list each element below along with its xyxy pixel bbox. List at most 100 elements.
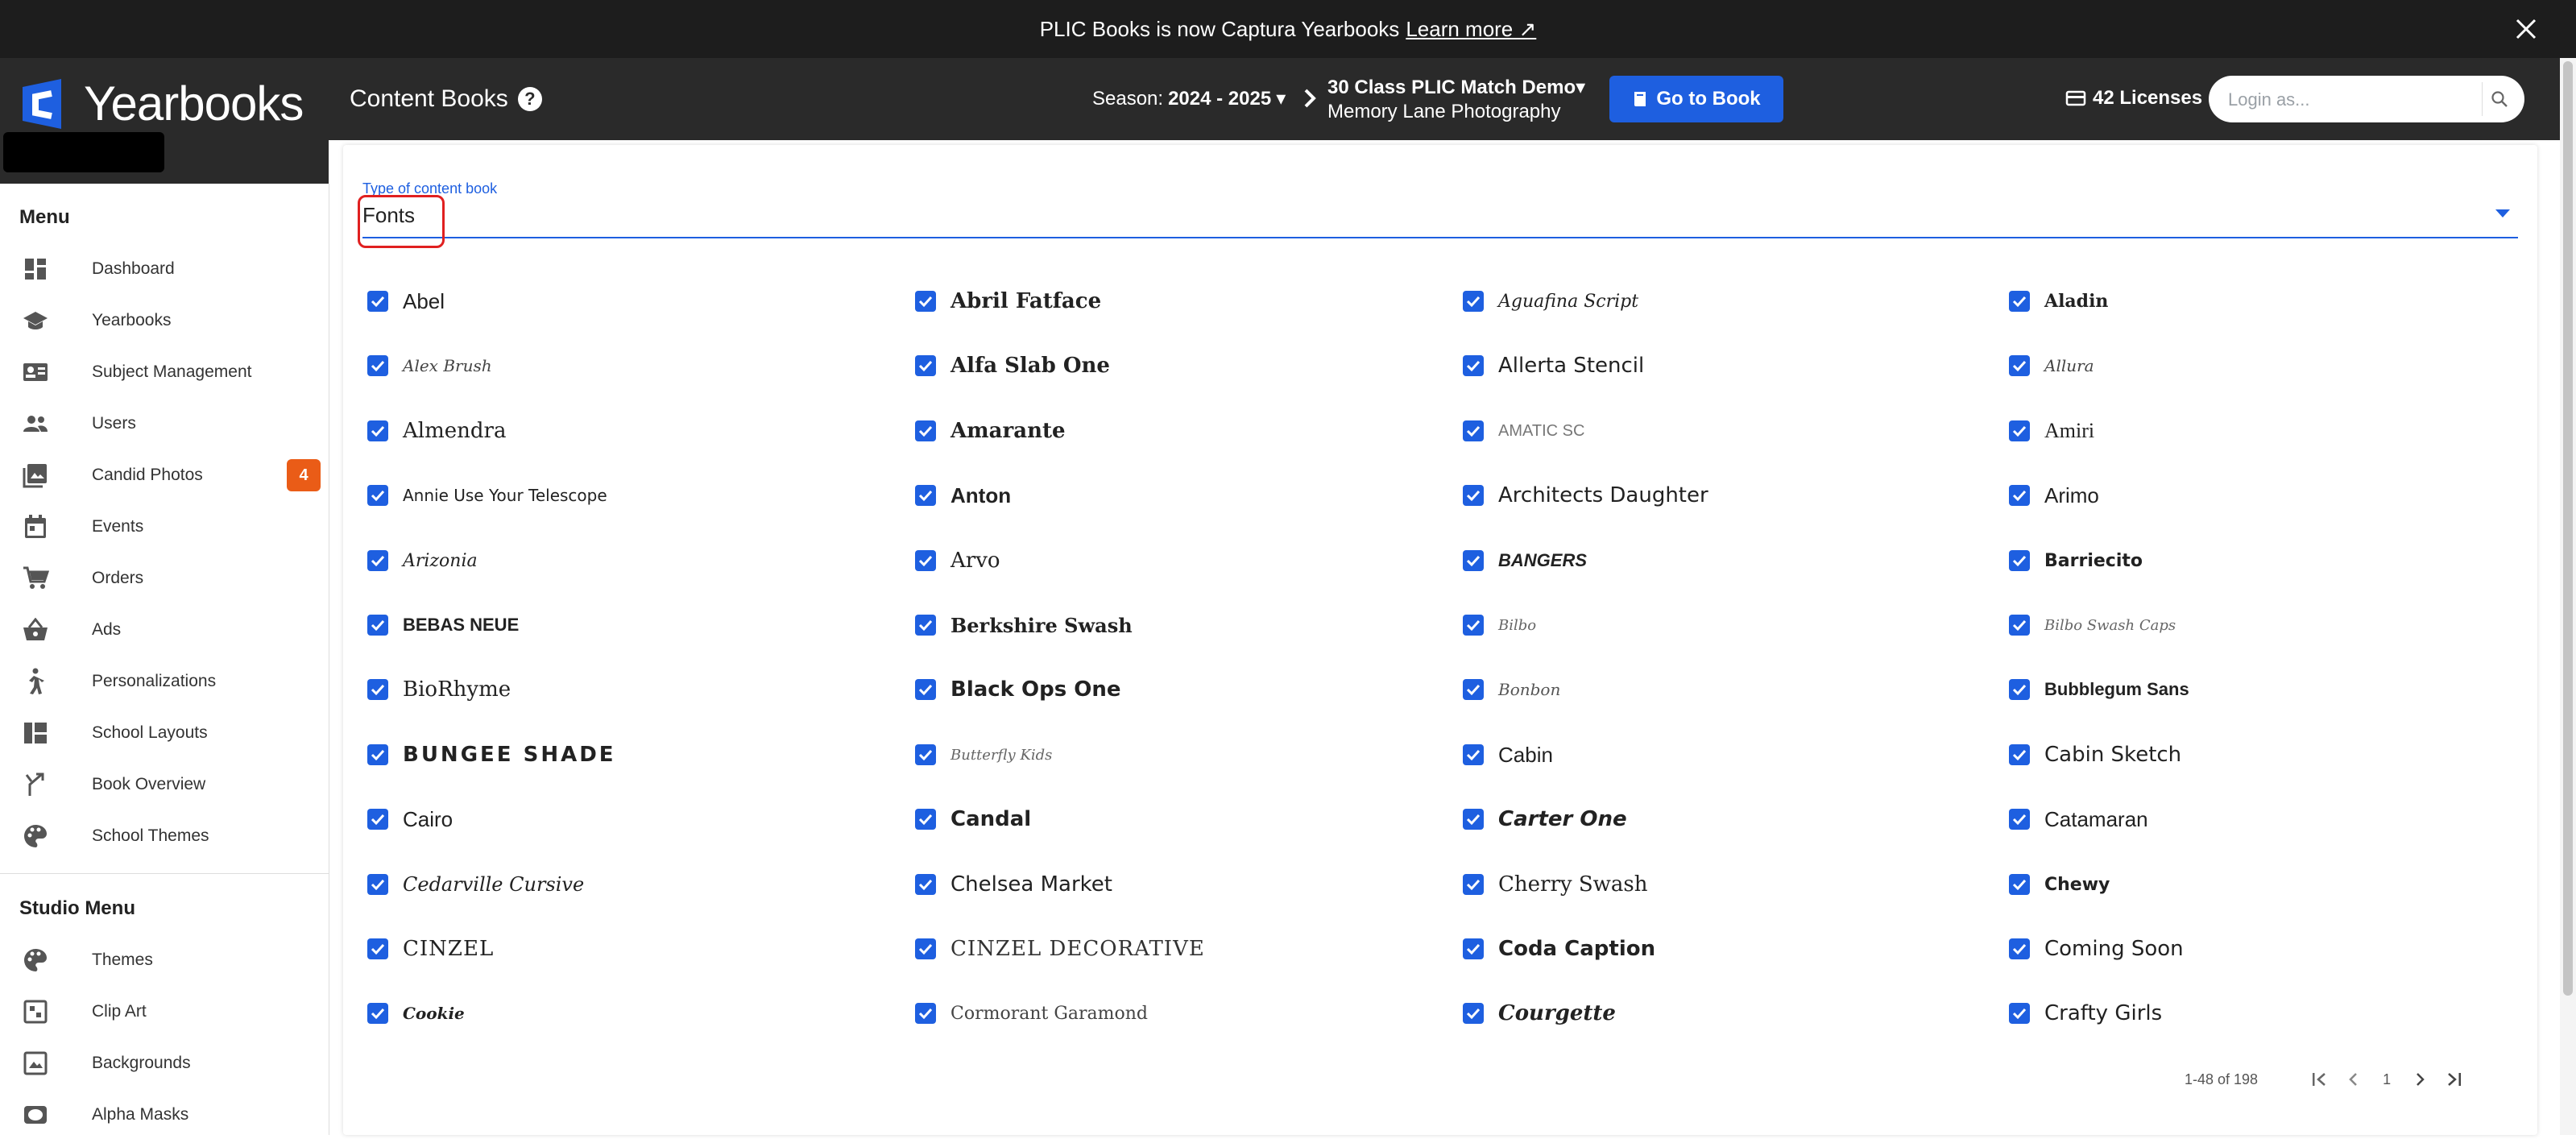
font-option[interactable]: Aladin <box>2009 281 2108 321</box>
font-checkbox[interactable] <box>367 874 388 895</box>
font-checkbox[interactable] <box>2009 679 2030 700</box>
font-checkbox[interactable] <box>915 744 936 765</box>
font-checkbox[interactable] <box>1463 809 1484 830</box>
font-option[interactable]: AMATIC SC <box>1463 411 1584 451</box>
page-scrollbar[interactable] <box>2560 58 2576 1135</box>
font-checkbox[interactable] <box>915 938 936 959</box>
font-option[interactable]: Cairo <box>367 799 453 839</box>
font-checkbox[interactable] <box>367 550 388 571</box>
font-checkbox[interactable] <box>915 615 936 636</box>
font-checkbox[interactable] <box>2009 938 2030 959</box>
font-option[interactable]: Chewy <box>2009 864 2110 905</box>
sidebar-item-alpha-masks[interactable]: Alpha Masks <box>0 1091 329 1139</box>
sidebar-item-backgrounds[interactable]: Backgrounds <box>0 1039 329 1087</box>
sidebar-item-school-layouts[interactable]: School Layouts <box>0 709 329 757</box>
sidebar-item-users[interactable]: Users <box>0 400 329 448</box>
font-option[interactable]: Annie Use Your Telescope <box>367 475 607 516</box>
font-option[interactable]: Bilbo Swash Caps <box>2009 605 2176 645</box>
font-option[interactable]: Architects Daughter <box>1463 475 1708 516</box>
font-option[interactable]: Anton <box>915 475 1011 516</box>
font-option[interactable]: Cormorant Garamond <box>915 993 1148 1033</box>
font-option[interactable]: Amarante <box>915 411 1066 451</box>
font-option[interactable]: Arimo <box>2009 475 2099 516</box>
sidebar-item-events[interactable]: Events <box>0 503 329 551</box>
font-checkbox[interactable] <box>915 809 936 830</box>
sidebar-item-yearbooks[interactable]: Yearbooks <box>0 296 329 345</box>
sidebar-item-school-themes[interactable]: School Themes <box>0 812 329 860</box>
font-checkbox[interactable] <box>367 355 388 376</box>
font-option[interactable]: BEBAS NEUE <box>367 605 519 645</box>
sidebar-item-themes[interactable]: Themes <box>0 936 329 984</box>
font-checkbox[interactable] <box>2009 485 2030 506</box>
scrollbar-thumb[interactable] <box>2563 61 2573 996</box>
font-checkbox[interactable] <box>1463 550 1484 571</box>
sidebar-item-personalizations[interactable]: Personalizations <box>0 657 329 706</box>
font-checkbox[interactable] <box>2009 550 2030 571</box>
font-checkbox[interactable] <box>915 291 936 312</box>
first-page-icon[interactable] <box>2303 1063 2337 1096</box>
font-checkbox[interactable] <box>367 291 388 312</box>
font-option[interactable]: Courgette <box>1463 993 1616 1033</box>
font-checkbox[interactable] <box>2009 744 2030 765</box>
font-option[interactable]: Aguafina Script <box>1463 281 1638 321</box>
font-option[interactable]: Candal <box>915 799 1031 839</box>
font-option[interactable]: Cedarville Cursive <box>367 864 584 905</box>
font-option[interactable]: BANGERS <box>1463 541 1587 581</box>
close-icon[interactable] <box>2508 11 2544 47</box>
font-option[interactable]: CINZEL DECORATIVE <box>915 929 1205 969</box>
font-option[interactable]: BioRhyme <box>367 669 511 710</box>
font-option[interactable]: Bubblegum Sans <box>2009 669 2189 710</box>
font-checkbox[interactable] <box>367 420 388 441</box>
font-option[interactable]: Alfa Slab One <box>915 346 1110 386</box>
book-selector[interactable]: 30 Class PLIC Match Demo▾ Memory Lane Ph… <box>1327 76 1585 124</box>
font-option[interactable]: Cookie <box>367 993 465 1033</box>
font-option[interactable]: Arvo <box>915 541 1000 581</box>
font-checkbox[interactable] <box>2009 809 2030 830</box>
font-checkbox[interactable] <box>1463 874 1484 895</box>
font-option[interactable]: Coming Soon <box>2009 929 2184 969</box>
sidebar-item-dashboard[interactable]: Dashboard <box>0 245 329 293</box>
font-checkbox[interactable] <box>1463 744 1484 765</box>
font-option[interactable]: Catamaran <box>2009 799 2148 839</box>
font-option[interactable]: Abel <box>367 281 445 321</box>
font-checkbox[interactable] <box>367 1003 388 1024</box>
login-as-input[interactable] <box>2226 84 2471 116</box>
font-option[interactable]: CINZEL <box>367 929 494 969</box>
font-checkbox[interactable] <box>367 744 388 765</box>
font-checkbox[interactable] <box>915 550 936 571</box>
sidebar-item-ads[interactable]: Ads <box>0 606 329 654</box>
font-option[interactable]: Chelsea Market <box>915 864 1112 905</box>
font-checkbox[interactable] <box>915 874 936 895</box>
font-checkbox[interactable] <box>915 355 936 376</box>
search-icon[interactable] <box>2482 82 2516 116</box>
next-page-icon[interactable] <box>2403 1063 2437 1096</box>
font-checkbox[interactable] <box>1463 485 1484 506</box>
font-option[interactable]: Allerta Stencil <box>1463 346 1644 386</box>
font-checkbox[interactable] <box>367 615 388 636</box>
font-option[interactable]: Coda Caption <box>1463 929 1655 969</box>
sidebar-item-orders[interactable]: Orders <box>0 554 329 603</box>
learn-more-link[interactable]: Learn more ↗ <box>1406 17 1536 42</box>
font-option[interactable]: Arizonia <box>367 541 478 581</box>
font-checkbox[interactable] <box>367 679 388 700</box>
font-checkbox[interactable] <box>1463 420 1484 441</box>
font-checkbox[interactable] <box>1463 1003 1484 1024</box>
content-type-select[interactable]: Type of content book Fonts <box>362 180 2518 238</box>
font-option[interactable]: Crafty Girls <box>2009 993 2162 1033</box>
font-checkbox[interactable] <box>1463 615 1484 636</box>
font-checkbox[interactable] <box>1463 355 1484 376</box>
font-option[interactable]: BUNGEE SHADE <box>367 735 616 775</box>
font-checkbox[interactable] <box>1463 938 1484 959</box>
sidebar-item-clip-art[interactable]: Clip Art <box>0 988 329 1036</box>
font-checkbox[interactable] <box>915 679 936 700</box>
font-checkbox[interactable] <box>1463 679 1484 700</box>
help-icon[interactable]: ? <box>517 87 542 111</box>
font-checkbox[interactable] <box>915 420 936 441</box>
season-selector[interactable]: Season: 2024 - 2025 ▾ <box>1092 87 1286 110</box>
font-checkbox[interactable] <box>2009 355 2030 376</box>
font-option[interactable]: Barriecito <box>2009 541 2143 581</box>
font-checkbox[interactable] <box>367 938 388 959</box>
font-checkbox[interactable] <box>2009 874 2030 895</box>
font-option[interactable]: Bonbon <box>1463 669 1560 710</box>
font-option[interactable]: Black Ops One <box>915 669 1121 710</box>
